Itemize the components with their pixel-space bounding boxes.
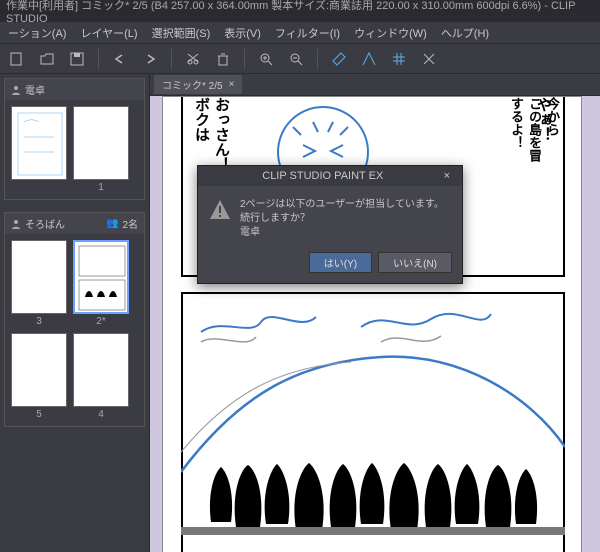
tab-label: コミック* 2/5 (162, 77, 223, 92)
title-bar: 作業中[利用者] コミック* 2/5 (B4 257.00 x 364.00mm… (0, 0, 600, 22)
window-title: 作業中[利用者] コミック* 2/5 (B4 257.00 x 364.00mm… (6, 0, 594, 25)
group-header[interactable]: 電卓 (5, 79, 144, 100)
dialog-message-wrap: 2ページは以下のユーザーが担当しています。続行しますか？ 電卓 (240, 198, 452, 240)
page-thumb[interactable] (11, 333, 67, 407)
page-thumb[interactable] (73, 333, 129, 407)
thumb-label: 2* (96, 316, 105, 327)
thumb-grid: 1 (5, 100, 144, 199)
group-header[interactable]: そろばん 👥 2名 (5, 213, 144, 234)
redo-icon[interactable] (139, 48, 161, 70)
dialog-buttons: はい(Y) いいえ(N) (198, 252, 462, 283)
thumb-label: 3 (36, 316, 42, 327)
ruler-icon[interactable] (328, 48, 350, 70)
menu-filter[interactable]: フィルター(I) (275, 25, 340, 41)
cut-icon[interactable] (182, 48, 204, 70)
dialog-message: 2ページは以下のユーザーが担当しています。続行しますか？ (240, 198, 452, 226)
menu-bar: ーション(A) レイヤー(L) 選択範囲(S) 表示(V) フィルター(I) ウ… (0, 22, 600, 44)
separator (244, 49, 245, 69)
menu-animation[interactable]: ーション(A) (8, 25, 66, 41)
speech-text: この島を冒 (525, 97, 544, 162)
open-icon[interactable] (36, 48, 58, 70)
landscape-sketch (181, 292, 565, 552)
sidebar: 電卓 1 そろばん 👥 2名 3 2* 5 4 (0, 74, 150, 552)
thumb-label: 5 (36, 409, 42, 420)
user-count: 2名 (122, 216, 138, 231)
speech-text: 今から (543, 97, 562, 136)
page-group-2: そろばん 👥 2名 3 2* 5 4 (4, 212, 145, 427)
document-tab[interactable]: コミック* 2/5 × (154, 75, 242, 94)
separator (171, 49, 172, 69)
main-area: 電卓 1 そろばん 👥 2名 3 2* 5 4 コミ (0, 74, 600, 552)
confirmation-dialog: CLIP STUDIO PAINT EX × 2ページは以下のユーザーが担当して… (197, 165, 463, 284)
user-icon (11, 85, 21, 95)
menu-view[interactable]: 表示(V) (224, 25, 261, 41)
page-thumb-selected[interactable] (73, 240, 129, 314)
grid-icon[interactable] (388, 48, 410, 70)
page-group-1: 電卓 1 (4, 78, 145, 200)
speech-text: ボクは (191, 97, 212, 142)
dialog-titlebar[interactable]: CLIP STUDIO PAINT EX × (198, 166, 462, 186)
clear-icon[interactable] (418, 48, 440, 70)
toolbar (0, 44, 600, 74)
menu-help[interactable]: ヘルプ(H) (441, 25, 489, 41)
group-title: そろばん (25, 216, 65, 231)
save-icon[interactable] (66, 48, 88, 70)
yes-button[interactable]: はい(Y) (309, 252, 372, 273)
zoom-in-icon[interactable] (255, 48, 277, 70)
close-icon[interactable]: × (440, 170, 454, 182)
speech-text: おっさん！ (211, 97, 232, 172)
page-thumb[interactable] (11, 106, 67, 180)
document-tabs: コミック* 2/5 × (150, 74, 600, 96)
tab-close-icon[interactable]: × (229, 79, 235, 90)
undo-icon[interactable] (109, 48, 131, 70)
separator (98, 49, 99, 69)
users-icon: 👥 (106, 218, 118, 229)
warning-icon (208, 198, 232, 222)
thumb-label: 1 (98, 182, 104, 193)
snap-icon[interactable] (358, 48, 380, 70)
user-icon (11, 219, 21, 229)
menu-window[interactable]: ウィンドウ(W) (354, 25, 427, 41)
menu-layer[interactable]: レイヤー(L) (80, 25, 137, 41)
dialog-title: CLIP STUDIO PAINT EX (206, 170, 440, 182)
thumb-label: 4 (98, 409, 104, 420)
speech-text: するよ！ (507, 97, 526, 149)
delete-icon[interactable] (212, 48, 234, 70)
thumb-grid: 3 2* 5 4 (5, 234, 144, 426)
no-button[interactable]: いいえ(N) (378, 252, 452, 273)
page-thumb[interactable] (11, 240, 67, 314)
zoom-out-icon[interactable] (285, 48, 307, 70)
new-icon[interactable] (6, 48, 28, 70)
dialog-user: 電卓 (240, 226, 452, 240)
canvas-area: コミック* 2/5 × ボクは おっさん！ やぁ！ (150, 74, 600, 552)
separator (317, 49, 318, 69)
menu-selection[interactable]: 選択範囲(S) (152, 25, 211, 41)
group-title: 電卓 (25, 82, 45, 97)
dialog-body: 2ページは以下のユーザーが担当しています。続行しますか？ 電卓 (198, 186, 462, 252)
page-thumb[interactable] (73, 106, 129, 180)
